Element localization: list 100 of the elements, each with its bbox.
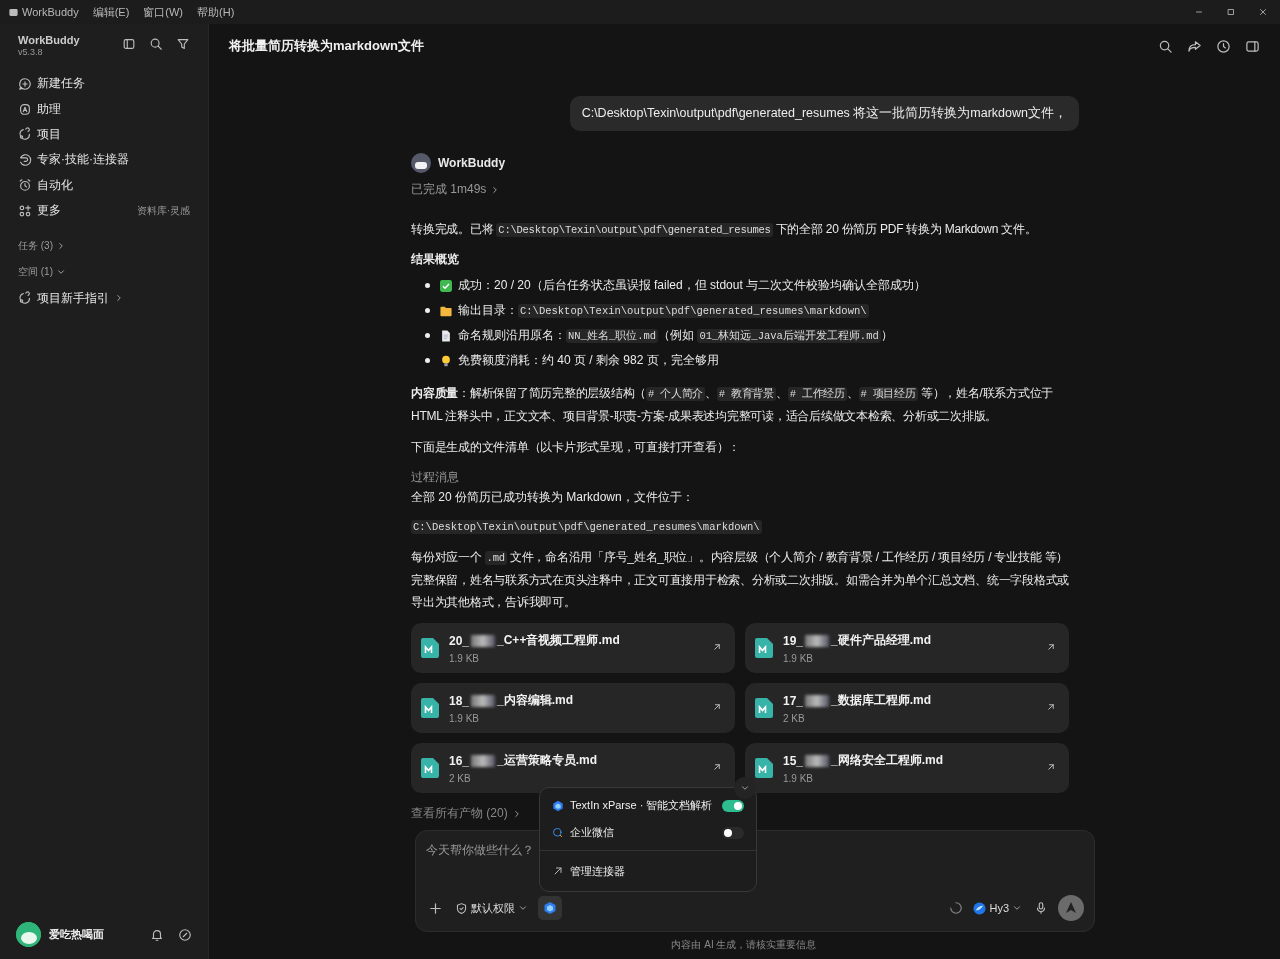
file-name: _网络安全工程师.md xyxy=(831,752,944,769)
filter-icon xyxy=(176,37,190,51)
file-name: _C++音视频工程师.md xyxy=(497,632,620,649)
close-icon xyxy=(1258,7,1268,17)
menu-item[interactable]: 窗口(W) xyxy=(143,4,184,20)
avatar-icon xyxy=(16,922,41,947)
disclaimer-text: 内容由 AI 生成，请核实重要信息 xyxy=(670,938,818,952)
model-selector[interactable]: Hy3 xyxy=(971,899,1024,917)
section-toggle[interactable]: 空间 (1) xyxy=(0,259,84,286)
plus-icon xyxy=(428,900,443,916)
bullet-dot xyxy=(425,308,430,313)
file-size: 1.9 KB xyxy=(449,653,481,664)
bullet-dot xyxy=(425,358,430,363)
app-title: WorkBuddy xyxy=(18,34,80,46)
user-name: 爱吃热喝面 xyxy=(49,927,104,942)
chevron-down-icon xyxy=(1012,903,1022,913)
apps-icon xyxy=(18,203,32,218)
file-name: _数据库工程师.md xyxy=(831,692,932,709)
manage-connectors-item[interactable]: 管理连接器 xyxy=(540,855,756,887)
sidebar-item[interactable]: 新建任务 xyxy=(0,71,208,97)
section-heading: 结果概览 xyxy=(411,251,460,268)
connector-name: 企业微信 xyxy=(570,825,614,840)
bot-avatar-icon xyxy=(411,153,431,173)
file-name: _内容编辑.md xyxy=(497,692,574,709)
file-card[interactable]: 17_ _数据库工程师.md 2 KB xyxy=(745,683,1069,733)
chevron-right-icon xyxy=(56,241,66,252)
sidebar-item[interactable]: 更多 资料库·灵感 xyxy=(0,197,208,224)
file-name: 17_ xyxy=(783,693,804,708)
project-item[interactable]: 项目新手指引 xyxy=(0,285,208,311)
file-card[interactable]: 19_ _硬件产品经理.md 1.9 KB xyxy=(745,623,1069,673)
markdown-file-icon xyxy=(421,638,439,658)
sidebar-item[interactable]: 专家·技能·连接器 xyxy=(0,147,208,173)
document-icon xyxy=(440,329,452,342)
permission-dropdown[interactable]: 默认权限 xyxy=(453,898,530,918)
project-icon xyxy=(18,127,32,142)
file-name: 15_ xyxy=(783,753,804,768)
app-name: WorkBuddy xyxy=(22,6,79,18)
assistant-name: WorkBuddy xyxy=(438,156,506,170)
message-paragraph: 全部 20 份简历已成功转换为 Markdown，文件位于： xyxy=(411,489,695,506)
alarm-clock-icon xyxy=(18,178,32,193)
summary-item: 免费额度消耗：约 40 页 / 剩余 982 页，完全够用 xyxy=(458,352,719,369)
menu-item[interactable]: 帮助(H) xyxy=(197,4,235,20)
file-size: 2 KB xyxy=(449,773,472,784)
menu-item[interactable]: 编辑(E) xyxy=(92,4,130,20)
file-size: 2 KB xyxy=(783,713,806,724)
file-card[interactable]: 18_ _内容编辑.md 1.9 KB xyxy=(411,683,735,733)
file-name: 19_ xyxy=(783,633,804,648)
markdown-file-icon xyxy=(755,698,773,718)
markdown-file-icon xyxy=(421,758,439,778)
sidebar-item[interactable]: 助理 xyxy=(0,96,208,122)
bell-icon xyxy=(150,927,164,942)
message-paragraph: 下面是生成的文件清单（以卡片形式呈现，可直接打开查看）： xyxy=(411,439,741,456)
plus-bubble-icon xyxy=(18,76,32,91)
message-paragraph: 内容质量：解析保留了简历完整的层级结构（ # 个人简介 、 # 教育背景 、 # 工作经历 、 # 项目经历 等），姓名/联系方式位于 HTML 注释头中，正文文本、项目背景-职责-方案-成果表述均完整可读，适合后续做文本检索、分析或二次排版。 xyxy=(411,385,1055,425)
search-icon xyxy=(1158,38,1173,54)
summary-item: 输出目录： C:\Desktop\Texin\output\pdf\generated_resumes\markdown\ xyxy=(458,302,869,319)
shield-check-icon xyxy=(455,901,468,915)
file-name: 18_ xyxy=(449,693,470,708)
sidebar-item[interactable]: 自动化 xyxy=(0,172,208,198)
check-mark-icon xyxy=(440,279,452,292)
all-files-link[interactable]: 查看所有产物 (20) xyxy=(411,805,522,822)
sidebar-item[interactable]: 项目 xyxy=(0,121,208,148)
redaction-blur xyxy=(805,694,830,707)
history-icon xyxy=(1216,38,1231,54)
bullet-dot xyxy=(425,283,430,288)
file-name: 20_ xyxy=(449,633,470,648)
app-logo-icon xyxy=(8,6,19,18)
file-name: 16_ xyxy=(449,753,470,768)
project-icon xyxy=(18,291,32,306)
file-name: _硬件产品经理.md xyxy=(831,632,932,649)
connector-name: TextIn xParse · 智能文档解析 xyxy=(570,798,713,813)
connector-button[interactable] xyxy=(538,896,562,920)
redaction-blur xyxy=(805,634,830,647)
file-card[interactable]: 20_ _C++音视频工程师.md 1.9 KB xyxy=(411,623,735,673)
more-hint: 资料库·灵感 xyxy=(136,203,190,218)
redaction-blur xyxy=(471,754,496,767)
file-card[interactable]: 15_ _网络安全工程师.md 1.9 KB xyxy=(745,743,1069,793)
send-button[interactable] xyxy=(1058,895,1084,921)
chevron-down-icon xyxy=(518,903,528,913)
toggle-switch[interactable] xyxy=(722,826,744,839)
markdown-file-icon xyxy=(421,698,439,718)
file-card[interactable]: 16_ _运营策略专员.md 2 KB xyxy=(411,743,735,793)
section-toggle[interactable]: 任务 (3) xyxy=(0,233,84,260)
summary-item: 命名规则沿用原名： NN_姓名_职位.md （例如 01_林知远_Java后端开发工程师.md ） xyxy=(458,327,893,344)
toggle-switch[interactable] xyxy=(722,799,744,812)
version-label: v5.3.8 xyxy=(18,47,44,57)
status-link[interactable]: 已完成 1m49s xyxy=(411,181,501,198)
user-message: C:\Desktop\Texin\output\pdf\generated_resumes 将这一批简历转换为markdown文件， xyxy=(569,96,1079,131)
process-label: 过程消息 xyxy=(411,469,460,486)
prompt-input[interactable]: 今天帮你做些什么？ xyxy=(426,843,726,857)
spinner-icon xyxy=(949,901,964,915)
markdown-file-icon xyxy=(755,638,773,658)
model-logo-icon xyxy=(973,901,987,915)
message-paragraph: 每份对应一个 .md 文件，命名沿用「序号_姓名_职位」。内容层级（个人简介 / 教育背景 / 工作经历 / 项目经历 / 专业技能 等）完整保留，姓名与联系方式在页头注释中，正文可直接用于检索、分析或二次排版。如需合并为单个汇总文档、统一字段格式或导出为其他格式，告诉我即可。 xyxy=(411,549,1069,611)
send-arrow-icon xyxy=(1064,901,1078,915)
sidebar-toggle-icon xyxy=(122,37,136,51)
summary-item: 成功：20 / 20（后台任务状态虽误报 failed，但 stdout 与二次文件校验均确认全部成功） xyxy=(458,277,927,294)
robot-icon xyxy=(18,102,32,117)
folder-icon xyxy=(440,304,452,317)
chevron-right-icon xyxy=(114,293,124,304)
